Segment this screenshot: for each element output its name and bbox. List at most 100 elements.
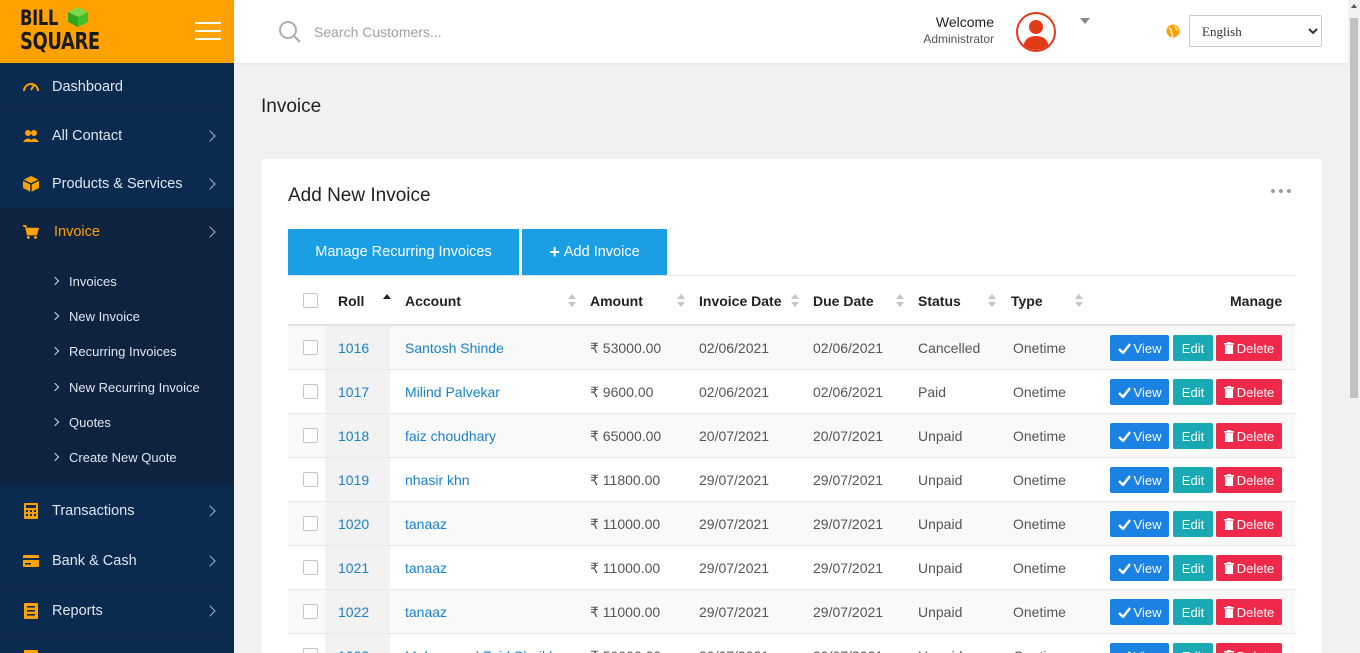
sort-icon[interactable]	[568, 294, 576, 308]
invoice-roll-link[interactable]: 1022	[338, 604, 369, 620]
account-link[interactable]: tanaaz	[405, 560, 447, 576]
view-button[interactable]: View	[1110, 643, 1169, 653]
view-button[interactable]: View	[1110, 423, 1169, 449]
edit-button[interactable]: Edit	[1173, 599, 1213, 625]
avatar[interactable]	[1016, 12, 1056, 52]
search-icon[interactable]	[278, 20, 302, 44]
edit-button[interactable]: Edit	[1173, 511, 1213, 537]
account-link[interactable]: Mohammad Zaid Shaikh	[405, 648, 557, 653]
edit-button[interactable]: Edit	[1173, 643, 1213, 653]
submenu-item-new-invoice[interactable]: New Invoice	[50, 306, 140, 326]
invoice-roll-link[interactable]: 1021	[338, 560, 369, 576]
delete-button[interactable]: Delete	[1216, 423, 1282, 449]
manage-recurring-invoices-button[interactable]: Manage Recurring Invoices	[288, 229, 519, 275]
sort-icon[interactable]	[791, 294, 799, 308]
account-link[interactable]: Milind Palvekar	[405, 384, 500, 400]
submenu-item-new-recurring-invoice[interactable]: New Recurring Invoice	[50, 377, 200, 397]
invoice-roll-link[interactable]: 1017	[338, 384, 369, 400]
account-link[interactable]: Santosh Shinde	[405, 340, 504, 356]
invoice-roll-link[interactable]: 1016	[338, 340, 369, 356]
row-checkbox[interactable]	[303, 384, 318, 399]
submenu-item-recurring-invoices[interactable]: Recurring Invoices	[50, 341, 177, 361]
view-button[interactable]: View	[1110, 599, 1169, 625]
add-invoice-button[interactable]: + Add Invoice	[522, 229, 667, 275]
sort-icon[interactable]	[1075, 294, 1083, 308]
sort-asc-icon[interactable]	[383, 294, 391, 308]
view-button[interactable]: View	[1110, 555, 1169, 581]
delete-button[interactable]: Delete	[1216, 467, 1282, 493]
language-select[interactable]: English	[1189, 15, 1322, 47]
column-header-invoice-date[interactable]: Invoice Date	[699, 293, 781, 309]
user-menu-caret-icon[interactable]	[1080, 18, 1090, 24]
chevron-right-icon	[204, 604, 216, 617]
column-header-roll[interactable]: Roll	[338, 293, 364, 309]
due-date-cell: 29/07/2021	[813, 516, 884, 532]
sort-icon[interactable]	[988, 294, 996, 308]
account-link[interactable]: nhasir khn	[405, 472, 470, 488]
column-header-account[interactable]: Account	[405, 293, 461, 309]
invoice-roll-link[interactable]: 1019	[338, 472, 369, 488]
sidebar-item-transactions[interactable]: Transactions	[0, 486, 234, 536]
table-header: Roll Account Amount Invoice Date Due Dat…	[288, 275, 1295, 326]
welcome-block: Welcome Administrator	[874, 14, 994, 46]
button-label: Delete	[1236, 516, 1275, 532]
submenu-item-invoices[interactable]: Invoices	[50, 271, 117, 291]
view-button[interactable]: View	[1110, 379, 1169, 405]
button-label: View	[1134, 649, 1162, 653]
sidebar-item-more[interactable]	[0, 636, 234, 653]
delete-button[interactable]: Delete	[1216, 555, 1282, 581]
search-customers-input[interactable]	[314, 20, 614, 44]
view-button[interactable]: View	[1110, 335, 1169, 361]
row-checkbox[interactable]	[303, 472, 318, 487]
edit-button[interactable]: Edit	[1173, 379, 1213, 405]
sidebar-item-dashboard[interactable]: Dashboard	[0, 63, 234, 111]
view-button[interactable]: View	[1110, 511, 1169, 537]
sidebar-item-products-services[interactable]: Products & Services	[0, 160, 234, 208]
account-link[interactable]: tanaaz	[405, 516, 447, 532]
submenu-item-quotes[interactable]: Quotes	[50, 412, 111, 432]
sidebar-item-all-contact[interactable]: All Contact	[0, 112, 234, 160]
page-scrollbar[interactable]	[1348, 0, 1360, 653]
delete-button[interactable]: Delete	[1216, 379, 1282, 405]
account-link[interactable]: faiz choudhary	[405, 428, 496, 444]
edit-button[interactable]: Edit	[1173, 555, 1213, 581]
edit-button[interactable]: Edit	[1173, 467, 1213, 493]
sidebar-item-invoice[interactable]: Invoice	[0, 208, 234, 256]
calculator-icon	[22, 502, 40, 520]
column-header-due-date[interactable]: Due Date	[813, 293, 874, 309]
row-checkbox[interactable]	[303, 560, 318, 575]
sidebar-item-reports[interactable]: Reports	[0, 586, 234, 636]
row-checkbox[interactable]	[303, 648, 318, 653]
row-checkbox[interactable]	[303, 340, 318, 355]
type-cell: Onetime	[1013, 384, 1066, 400]
row-checkbox[interactable]	[303, 516, 318, 531]
delete-button[interactable]: Delete	[1216, 511, 1282, 537]
scrollbar-thumb[interactable]	[1350, 18, 1358, 398]
delete-button[interactable]: Delete	[1216, 643, 1282, 653]
select-all-checkbox[interactable]	[303, 293, 318, 308]
menu-toggle-icon[interactable]	[195, 22, 221, 40]
column-header-type[interactable]: Type	[1011, 293, 1043, 309]
card-more-options-icon[interactable]	[1271, 189, 1291, 193]
view-button[interactable]: View	[1110, 467, 1169, 493]
row-checkbox[interactable]	[303, 604, 318, 619]
edit-button[interactable]: Edit	[1173, 335, 1213, 361]
bill-square-logo[interactable]: BILL SQUARE	[20, 5, 100, 57]
row-checkbox[interactable]	[303, 428, 318, 443]
invoice-date-cell: 20/07/2021	[699, 428, 770, 444]
scroll-up-arrow-icon[interactable]	[1351, 4, 1357, 8]
column-header-amount[interactable]: Amount	[590, 293, 643, 309]
invoice-roll-link[interactable]: 1023	[338, 648, 369, 653]
account-link[interactable]: tanaaz	[405, 604, 447, 620]
sort-icon[interactable]	[896, 294, 904, 308]
delete-button[interactable]: Delete	[1216, 599, 1282, 625]
invoice-date-cell: 30/07/2021	[699, 648, 769, 653]
edit-button[interactable]: Edit	[1173, 423, 1213, 449]
column-header-status[interactable]: Status	[918, 293, 961, 309]
sidebar-item-bank-cash[interactable]: Bank & Cash	[0, 536, 234, 586]
invoice-roll-link[interactable]: 1020	[338, 516, 369, 532]
sort-icon[interactable]	[677, 294, 685, 308]
delete-button[interactable]: Delete	[1216, 335, 1282, 361]
invoice-roll-link[interactable]: 1018	[338, 428, 369, 444]
submenu-item-create-new-quote[interactable]: Create New Quote	[50, 447, 177, 467]
